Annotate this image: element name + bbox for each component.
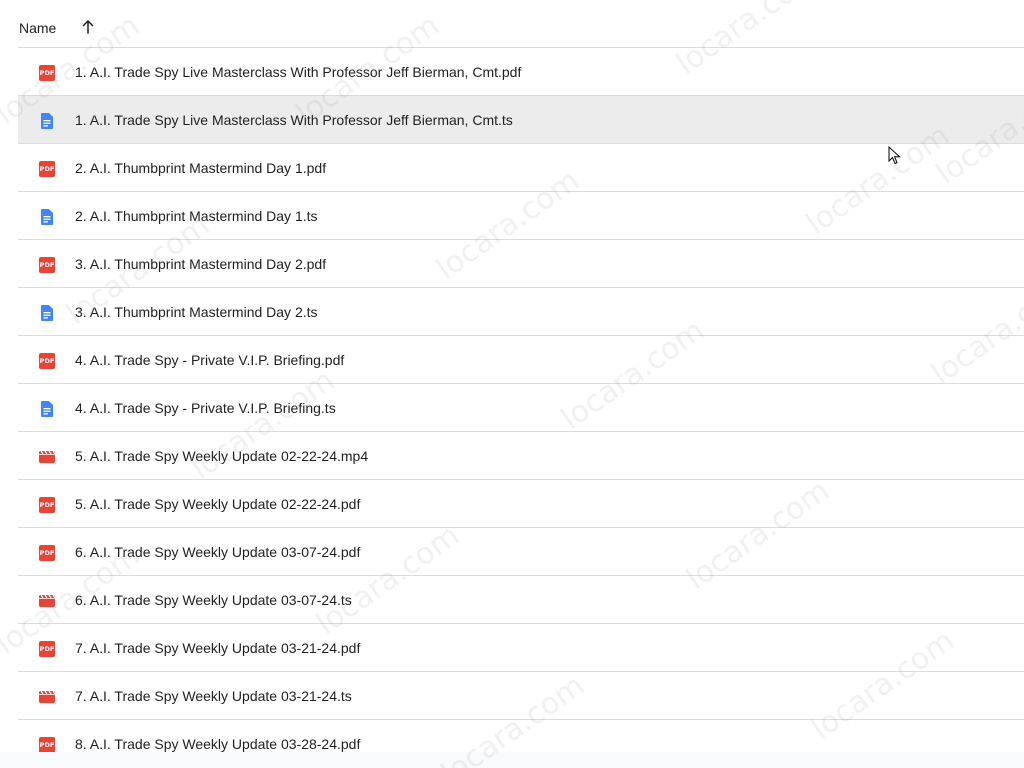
file-name: 5. A.I. Trade Spy Weekly Update 02-22-24… — [75, 496, 361, 512]
file-row[interactable]: PDF 2. A.I. Thumbprint Mastermind Day 1.p… — [18, 144, 1024, 192]
file-name: 3. A.I. Thumbprint Mastermind Day 2.ts — [75, 304, 318, 320]
pdf-file-icon: PDF — [39, 161, 55, 177]
file-row[interactable]: 7. A.I. Trade Spy Weekly Update 03-21-24… — [18, 672, 1024, 720]
file-name: 3. A.I. Thumbprint Mastermind Day 2.pdf — [75, 256, 327, 272]
pdf-file-icon: PDF — [39, 257, 55, 273]
file-browser: Name PDF 1. A.I. Trade Spy Live Mastercla… — [0, 0, 1024, 768]
file-row[interactable]: PDF 4. A.I. Trade Spy - Private V.I.P. Br… — [18, 336, 1024, 384]
file-name: 5. A.I. Trade Spy Weekly Update 02-22-24… — [75, 448, 369, 464]
file-name: 1. A.I. Trade Spy Live Masterclass With … — [75, 112, 513, 128]
file-name: 1. A.I. Trade Spy Live Masterclass With … — [75, 64, 522, 80]
file-name: 7. A.I. Trade Spy Weekly Update 03-21-24… — [75, 688, 352, 704]
file-name: 2. A.I. Thumbprint Mastermind Day 1.pdf — [75, 160, 327, 176]
file-row[interactable]: PDF 1. A.I. Trade Spy Live Masterclass Wi… — [18, 48, 1024, 96]
file-row[interactable]: 4. A.I. Trade Spy - Private V.I.P. Brief… — [18, 384, 1024, 432]
pdf-file-icon: PDF — [39, 545, 55, 561]
arrow-up-icon[interactable] — [79, 18, 97, 36]
document-file-icon — [38, 208, 56, 226]
pdf-file-icon: PDF — [39, 737, 55, 753]
list-header: Name — [18, 0, 1024, 48]
file-row[interactable]: PDF 5. A.I. Trade Spy Weekly Update 02-22… — [18, 480, 1024, 528]
file-row[interactable]: PDF 7. A.I. Trade Spy Weekly Update 03-21… — [18, 624, 1024, 672]
file-row[interactable]: 3. A.I. Thumbprint Mastermind Day 2.ts — [18, 288, 1024, 336]
pdf-file-icon: PDF — [39, 497, 55, 513]
file-name: 2. A.I. Thumbprint Mastermind Day 1.ts — [75, 208, 318, 224]
video-file-icon — [38, 448, 56, 466]
document-file-icon — [38, 400, 56, 418]
pdf-file-icon: PDF — [39, 641, 55, 657]
file-name: 4. A.I. Trade Spy - Private V.I.P. Brief… — [75, 400, 336, 416]
file-list: PDF 1. A.I. Trade Spy Live Masterclass Wi… — [18, 48, 1024, 768]
bottom-bar — [0, 752, 1024, 768]
file-row[interactable]: PDF 6. A.I. Trade Spy Weekly Update 03-07… — [18, 528, 1024, 576]
file-row[interactable]: 2. A.I. Thumbprint Mastermind Day 1.ts — [18, 192, 1024, 240]
file-row[interactable]: 5. A.I. Trade Spy Weekly Update 02-22-24… — [18, 432, 1024, 480]
file-name: 8. A.I. Trade Spy Weekly Update 03-28-24… — [75, 736, 361, 752]
file-name: 6. A.I. Trade Spy Weekly Update 03-07-24… — [75, 592, 352, 608]
file-name: 6. A.I. Trade Spy Weekly Update 03-07-24… — [75, 544, 361, 560]
video-file-icon — [38, 592, 56, 610]
file-row[interactable]: 6. A.I. Trade Spy Weekly Update 03-07-24… — [18, 576, 1024, 624]
document-file-icon — [38, 112, 56, 130]
file-row[interactable]: 1. A.I. Trade Spy Live Masterclass With … — [18, 96, 1024, 144]
file-name: 4. A.I. Trade Spy - Private V.I.P. Brief… — [75, 352, 345, 368]
pdf-file-icon: PDF — [39, 65, 55, 81]
file-name: 7. A.I. Trade Spy Weekly Update 03-21-24… — [75, 640, 361, 656]
video-file-icon — [38, 688, 56, 706]
pdf-file-icon: PDF — [39, 353, 55, 369]
name-column-header[interactable]: Name — [19, 20, 56, 36]
document-file-icon — [38, 304, 56, 322]
file-row[interactable]: PDF 3. A.I. Thumbprint Mastermind Day 2.p… — [18, 240, 1024, 288]
